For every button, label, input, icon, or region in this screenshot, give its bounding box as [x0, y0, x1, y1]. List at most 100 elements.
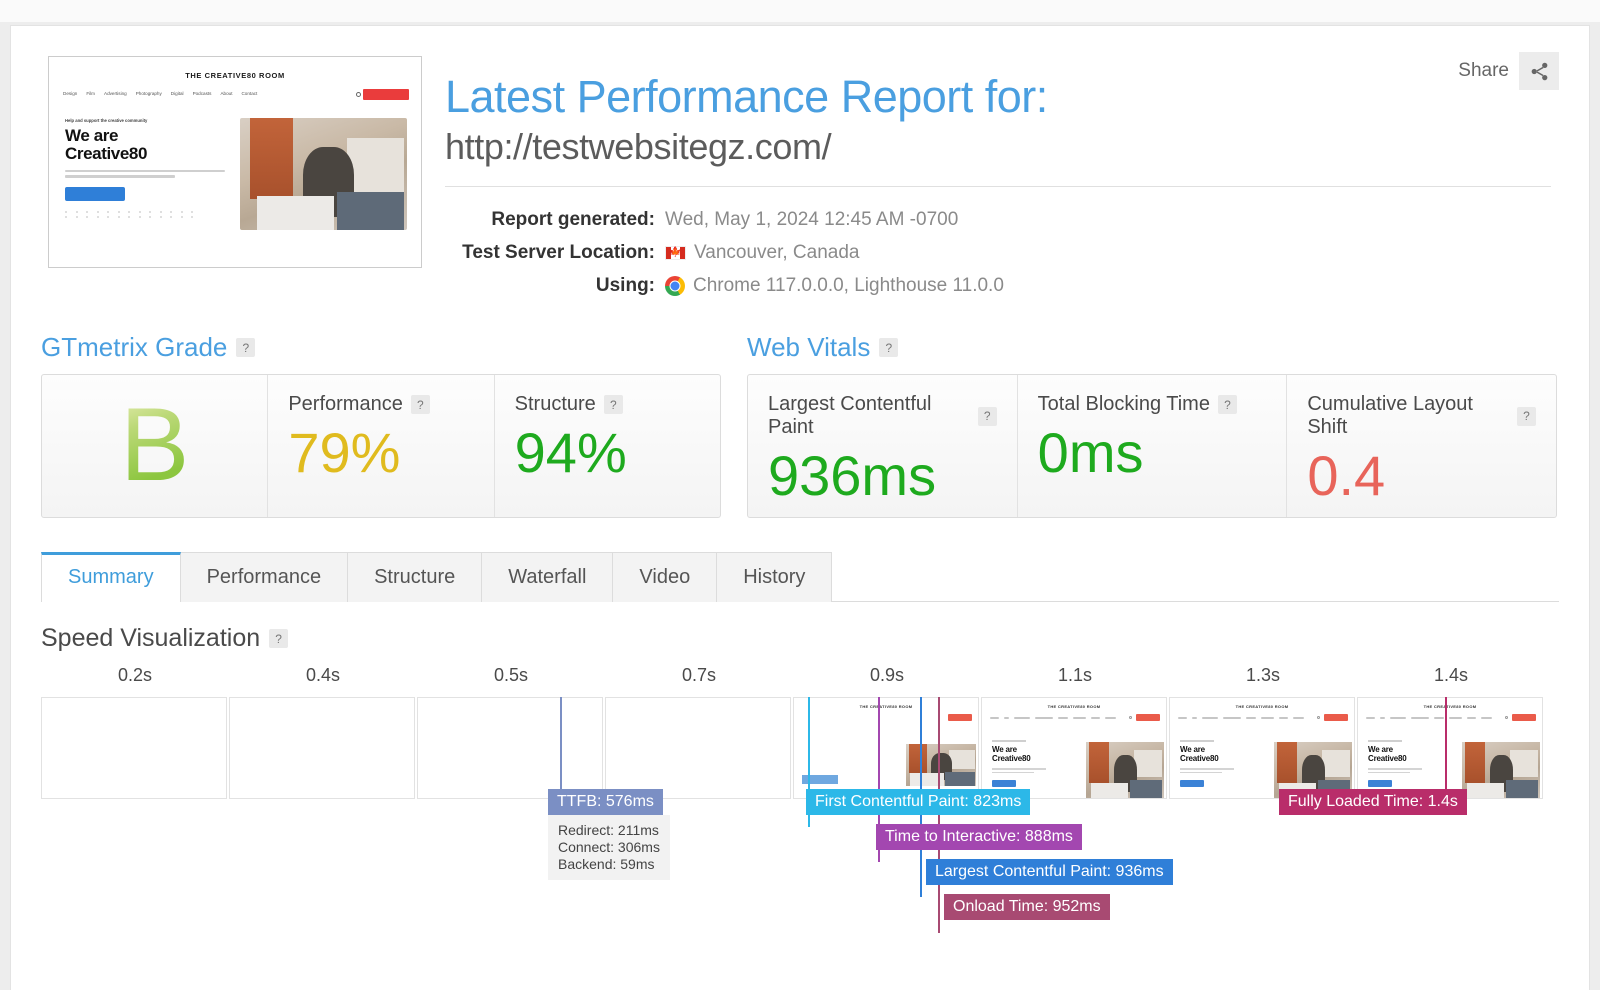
web-vitals-header: Web Vitals ?: [747, 332, 1557, 363]
report-url: http://testwebsitegz.com/: [445, 126, 1551, 168]
performance-help-icon[interactable]: ?: [411, 395, 430, 414]
frame-hero-image: [1462, 742, 1540, 799]
tab-video[interactable]: Video: [613, 552, 717, 602]
tbt-help-icon[interactable]: ?: [1218, 395, 1237, 414]
filmstrip-frame[interactable]: [605, 697, 791, 799]
frame-nav: [990, 717, 1116, 719]
gtmetrix-grade-header: GTmetrix Grade ?: [41, 332, 721, 363]
tab-structure[interactable]: Structure: [348, 552, 482, 602]
mini-nav-item: Photography: [136, 91, 162, 96]
gtmetrix-grade-help-icon[interactable]: ?: [236, 338, 255, 357]
header-divider: [445, 186, 1551, 187]
frame-site-title: THE CREATIVE80 ROOM: [1358, 698, 1542, 709]
tab-history[interactable]: History: [717, 552, 832, 602]
ttfb-breakdown-box: Redirect: 211ms Connect: 306ms Backend: …: [548, 815, 670, 880]
grade-letter: B: [120, 393, 189, 497]
frame-search-icon: [1317, 716, 1320, 719]
cls-label: Cumulative Layout Shift: [1307, 393, 1509, 439]
mini-nav-item: Digital: [171, 91, 184, 96]
cls-label-wrap: Cumulative Layout Shift ?: [1307, 393, 1536, 439]
mini-hero-text: Help and support the creative community …: [65, 118, 232, 230]
mini-nav-item: Design: [63, 91, 77, 96]
gtmetrix-grade-panel: B Performance ? 79% Structure ?: [41, 374, 721, 518]
frame-kicker: [1180, 740, 1214, 742]
mini-search-icon: [356, 92, 361, 97]
speed-visualization-help-icon[interactable]: ?: [269, 629, 288, 648]
lcp-annotation[interactable]: Largest Contentful Paint: 936ms: [926, 859, 1173, 885]
mini-nav-item: Film: [86, 91, 95, 96]
ttfb-redirect: Redirect: 211ms: [558, 822, 660, 839]
structure-help-icon[interactable]: ?: [604, 395, 623, 414]
canada-flag-icon: 🍁: [665, 246, 686, 260]
tab-performance[interactable]: Performance: [181, 552, 349, 602]
frame-button: [992, 780, 1016, 787]
meta-row-using: Using: Chrome 117.0.0.0, Lighthouse 11.0…: [445, 269, 1551, 302]
page-title: Latest Performance Report for:: [445, 72, 1551, 122]
web-vitals-help-icon[interactable]: ?: [879, 338, 898, 357]
filmstrip-frame[interactable]: THE CREATIVE80 ROOM We areCreative80: [981, 697, 1167, 799]
filmstrip-frame[interactable]: THE CREATIVE80 ROOM We areCreative80: [1169, 697, 1355, 799]
meta-value: Wed, May 1, 2024 12:45 AM -0700: [665, 203, 958, 236]
gtmetrix-grade-title: GTmetrix Grade: [41, 332, 227, 363]
mini-site-render: THE CREATIVE80 ROOM Design Film Advertis…: [53, 61, 417, 263]
web-vitals-section: Web Vitals ? Largest Contentful Paint ? …: [747, 332, 1557, 518]
onload-marker-line: [938, 697, 940, 933]
site-screenshot-thumbnail[interactable]: THE CREATIVE80 ROOM Design Film Advertis…: [48, 56, 422, 268]
page-background: Share THE CREATIVE80 ROOM Design Film Ad…: [0, 0, 1600, 990]
mini-nav-item: Advertising: [104, 91, 127, 96]
mini-site-title: THE CREATIVE80 ROOM: [53, 61, 417, 80]
meta-row-report-generated: Report generated: Wed, May 1, 2024 12:45…: [445, 203, 1551, 236]
frame-paragraph: [1368, 768, 1422, 775]
filmstrip-frame[interactable]: [229, 697, 415, 799]
timeline-ticks: 0.2s 0.4s 0.5s 0.7s 0.9s 1.1s 1.3s 1.4s: [41, 665, 1559, 691]
mini-dot-grid: [65, 211, 199, 218]
tick-label: 1.4s: [1434, 665, 1468, 686]
cls-value: 0.4: [1307, 441, 1536, 511]
grade-cell: B: [42, 375, 267, 517]
lcp-help-icon[interactable]: ?: [978, 407, 997, 426]
frame-page-render: THE CREATIVE80 ROOM We areCreative80: [1358, 698, 1542, 798]
fcp-annotation[interactable]: First Contentful Paint: 823ms: [806, 789, 1030, 815]
frame-heading: We areCreative80: [1180, 746, 1218, 764]
tab-summary[interactable]: Summary: [41, 552, 181, 602]
frame-paragraph: [992, 768, 1046, 775]
filmstrip-frame[interactable]: THE CREATIVE80 ROOM: [793, 697, 979, 799]
report-card: Share THE CREATIVE80 ROOM Design Film Ad…: [10, 25, 1590, 990]
filmstrip-frame[interactable]: THE CREATIVE80 ROOM We areCreative80: [1357, 697, 1543, 799]
meta-value: Vancouver, Canada: [694, 236, 860, 269]
lcp-cell: Largest Contentful Paint ? 936ms: [748, 375, 1017, 517]
report-header: Share THE CREATIVE80 ROOM Design Film Ad…: [11, 26, 1589, 326]
performance-label-wrap: Performance ?: [288, 393, 473, 416]
mini-nav-item: About: [220, 91, 232, 96]
cls-cell: Cumulative Layout Shift ? 0.4: [1286, 375, 1556, 517]
tbt-label-wrap: Total Blocking Time ?: [1038, 393, 1267, 416]
tick-label: 0.7s: [682, 665, 716, 686]
cls-help-icon[interactable]: ?: [1517, 407, 1536, 426]
frame-button: [1180, 780, 1204, 787]
ttfb-connect: Connect: 306ms: [558, 839, 660, 856]
filmstrip-timeline: 0.2s 0.4s 0.5s 0.7s 0.9s 1.1s 1.3s 1.4s: [41, 665, 1559, 925]
tti-annotation[interactable]: Time to Interactive: 888ms: [876, 824, 1082, 850]
filmstrip-frame[interactable]: [417, 697, 603, 799]
mini-hero-heading-1: We are: [65, 127, 232, 145]
speed-visualization-header: Speed Visualization ?: [41, 624, 1559, 653]
onload-annotation[interactable]: Onload Time: 952ms: [944, 894, 1110, 920]
lcp-label: Largest Contentful Paint: [768, 393, 970, 439]
frame-paragraph: [1180, 768, 1234, 775]
mini-hero-kicker: Help and support the creative community: [65, 118, 232, 123]
frame-cta: [948, 714, 972, 721]
ttfb-backend: Backend: 59ms: [558, 856, 660, 873]
tab-waterfall[interactable]: Waterfall: [482, 552, 613, 602]
tick-label: 0.9s: [870, 665, 904, 686]
ttfb-annotation[interactable]: TTFB: 576ms: [548, 789, 663, 815]
report-meta-list: Report generated: Wed, May 1, 2024 12:45…: [445, 203, 1551, 302]
frame-cta: [1324, 714, 1348, 721]
tbt-label: Total Blocking Time: [1038, 393, 1210, 416]
meta-value-wrap: Wed, May 1, 2024 12:45 AM -0700: [665, 203, 958, 236]
tabs-wrapper: Summary Performance Structure Waterfall …: [41, 552, 1559, 602]
frame-heading: We areCreative80: [1368, 746, 1406, 764]
fully-loaded-annotation[interactable]: Fully Loaded Time: 1.4s: [1279, 789, 1467, 815]
filmstrip-frame[interactable]: [41, 697, 227, 799]
frame-button: [1368, 780, 1392, 787]
frame-kicker: [1368, 740, 1402, 742]
